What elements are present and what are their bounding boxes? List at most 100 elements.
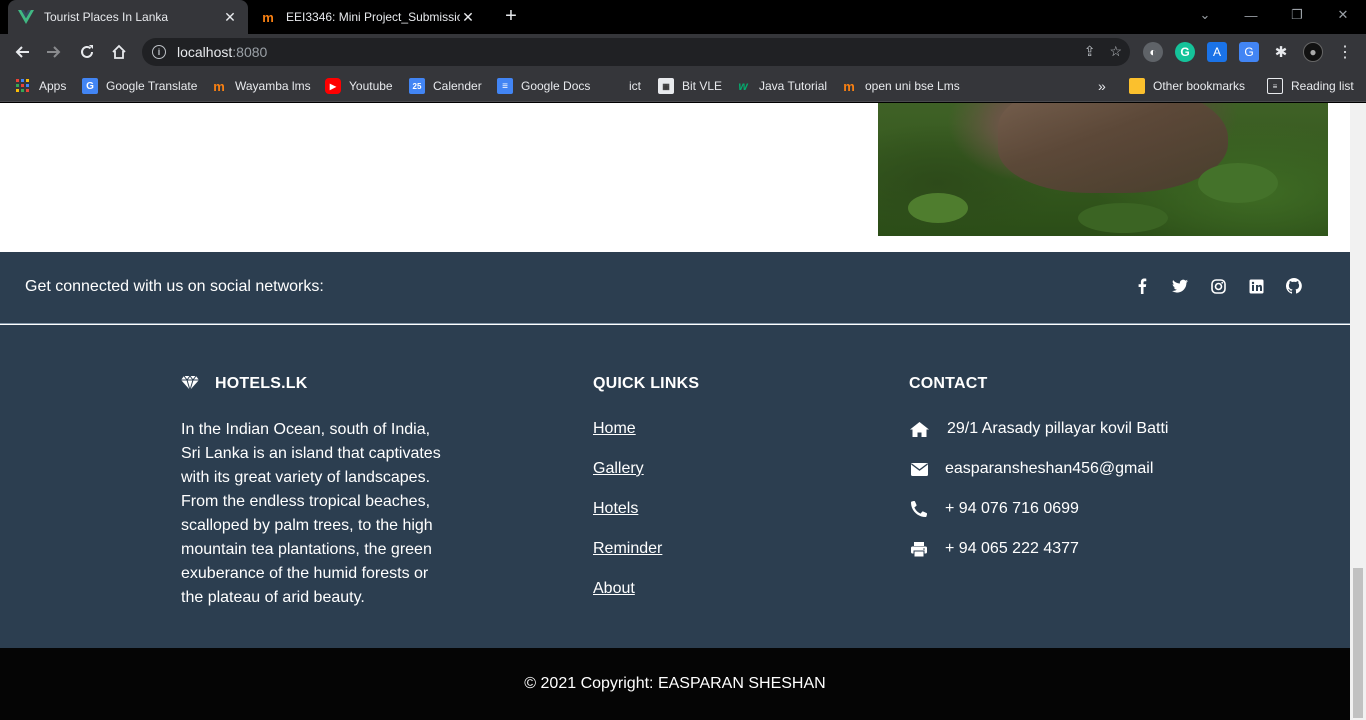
address-bar[interactable]: i localhost:8080 ⇪ ☆ <box>142 38 1130 66</box>
tab-title: Tourist Places In Lanka <box>44 10 169 24</box>
share-icon[interactable]: ⇪ <box>1084 43 1096 60</box>
contact-address: 29/1 Arasady pillayar kovil Batti <box>909 420 1168 438</box>
w3schools-icon: w <box>738 79 748 93</box>
grammarly-icon[interactable]: G <box>1175 42 1195 62</box>
other-bookmarks[interactable]: Other bookmarks <box>1129 76 1245 96</box>
folder-icon <box>1129 78 1145 94</box>
instagram-icon[interactable] <box>1210 278 1226 294</box>
scrollbar-thumb[interactable] <box>1353 568 1363 718</box>
tree-shape <box>1078 203 1168 233</box>
extension-blue-icon[interactable]: A <box>1207 42 1227 62</box>
extension-icon[interactable]: ◐ <box>1143 42 1163 62</box>
contact-email: easparansheshan456@gmail <box>909 460 1153 478</box>
new-tab-icon[interactable]: + <box>500 6 522 28</box>
bookmarks-overflow-icon[interactable]: » <box>1098 76 1106 96</box>
gem-icon <box>181 375 199 392</box>
link-home[interactable]: Home <box>593 420 636 438</box>
bookmark-ict[interactable]: ict <box>629 76 641 96</box>
menu-kebab-icon[interactable]: ⋮ <box>1335 42 1355 62</box>
page-scrollbar[interactable] <box>1350 103 1366 720</box>
restore-icon[interactable]: ❐ <box>1274 0 1320 30</box>
bookmark-label: Bit VLE <box>682 79 723 93</box>
bookmarks-bar: Apps G Google Translate m Wayamba lms ▶ … <box>0 70 1366 102</box>
bookmark-label: Calender <box>433 79 482 93</box>
close-tab-icon[interactable]: ✕ <box>222 9 238 26</box>
bookmark-youtube[interactable]: ▶ Youtube <box>325 76 393 96</box>
google-translate-icon: G <box>82 78 98 94</box>
profile-avatar[interactable]: ● <box>1303 42 1323 62</box>
social-text: Get connected with us on social networks… <box>25 278 324 295</box>
close-tab-icon[interactable]: ✕ <box>460 9 476 26</box>
footer-main: HOTELS.LK In the Indian Ocean, south of … <box>0 325 1350 648</box>
bookmark-apps[interactable]: Apps <box>15 76 66 96</box>
bookmark-label: Other bookmarks <box>1153 79 1246 93</box>
close-window-icon[interactable]: ✕ <box>1320 0 1366 30</box>
address-url: localhost:8080 <box>177 44 268 60</box>
bookmark-wayamba-lms[interactable]: m Wayamba lms <box>211 76 311 96</box>
bookmark-bit-vle[interactable]: ▦ Bit VLE <box>658 76 722 96</box>
bookmark-label: ict <box>629 79 641 93</box>
bookmark-label: Google Translate <box>106 79 198 93</box>
bookmark-google-docs[interactable]: ≡ Google Docs <box>497 76 590 96</box>
link-gallery[interactable]: Gallery <box>593 460 644 478</box>
bookmark-label: Wayamba lms <box>235 79 311 93</box>
contact-fax: + 94 065 222 4377 <box>909 540 1079 558</box>
bookmark-label: open uni bse Lms <box>865 79 960 93</box>
phone-icon <box>909 500 929 518</box>
bookmark-label: Google Docs <box>521 79 591 93</box>
vue-icon <box>18 9 34 25</box>
back-arrow-icon[interactable] <box>10 40 34 64</box>
home-icon[interactable] <box>107 40 131 64</box>
puzzle-extensions-icon[interactable]: ✱ <box>1271 42 1291 62</box>
bookmark-label: Apps <box>39 79 67 93</box>
github-icon[interactable] <box>1286 278 1302 294</box>
bookmark-open-uni-lms[interactable]: m open uni bse Lms <box>841 76 960 96</box>
sigiriya-rock-image <box>878 103 1328 236</box>
bookmark-label: Java Tutorial <box>759 79 828 93</box>
twitter-icon[interactable] <box>1172 278 1188 294</box>
email-text: easparansheshan456@gmail <box>945 460 1154 477</box>
envelope-icon <box>909 460 929 478</box>
reload-icon[interactable] <box>75 40 99 64</box>
calendar-icon: 25 <box>409 78 425 94</box>
bookmark-star-icon[interactable]: ☆ <box>1109 43 1122 60</box>
moodle-icon: m <box>213 78 225 94</box>
brand-description: In the Indian Ocean, south of India, Sri… <box>181 421 441 606</box>
reading-list[interactable]: ≡ Reading list <box>1267 76 1354 96</box>
browser-toolbar: i localhost:8080 ⇪ ☆ ◐ G A G ✱ ● ⋮ <box>0 34 1366 70</box>
bookmark-label: Reading list <box>1291 79 1354 93</box>
bookmark-google-translate[interactable]: G Google Translate <box>82 76 197 96</box>
social-icons <box>1134 278 1302 294</box>
tab-eei3346[interactable]: m EEI3346: Mini Project_Submission ✕ <box>250 0 486 34</box>
bit-icon: ▦ <box>658 78 674 94</box>
tab-tourist-places[interactable]: Tourist Places In Lanka ✕ <box>8 0 248 34</box>
brand-title: HOTELS.LK <box>215 375 308 392</box>
bookmark-java-tutorial[interactable]: w Java Tutorial <box>735 76 827 96</box>
print-icon <box>909 540 929 558</box>
moodle-icon: m <box>843 78 855 94</box>
bookmark-calender[interactable]: 25 Calender <box>409 76 482 96</box>
link-about[interactable]: About <box>593 580 635 598</box>
moodle-icon: m <box>262 9 274 25</box>
home-icon <box>909 420 929 438</box>
minimize-icon[interactable]: — <box>1228 0 1274 30</box>
bookmark-label: Youtube <box>349 79 393 93</box>
window-controls: ⌄ — ❐ ✕ <box>1182 0 1366 30</box>
social-bar: Get connected with us on social networks… <box>0 252 1350 324</box>
google-translate-ext-icon[interactable]: G <box>1239 42 1259 62</box>
youtube-icon: ▶ <box>325 78 341 94</box>
reading-list-icon: ≡ <box>1267 78 1283 94</box>
tab-title: EEI3346: Mini Project_Submission <box>286 10 460 24</box>
tab-search-icon[interactable]: ⌄ <box>1182 0 1228 30</box>
apps-grid-icon <box>15 78 31 94</box>
phone-text: + 94 076 716 0699 <box>945 500 1079 517</box>
tree-shape <box>908 193 968 223</box>
facebook-icon[interactable] <box>1134 278 1150 294</box>
linkedin-icon[interactable] <box>1248 278 1264 294</box>
site-info-icon[interactable]: i <box>152 45 166 59</box>
link-reminder[interactable]: Reminder <box>593 540 662 558</box>
rock-shape <box>998 103 1228 193</box>
forward-arrow-icon[interactable] <box>42 40 66 64</box>
google-docs-icon: ≡ <box>497 78 513 94</box>
link-hotels[interactable]: Hotels <box>593 500 638 518</box>
